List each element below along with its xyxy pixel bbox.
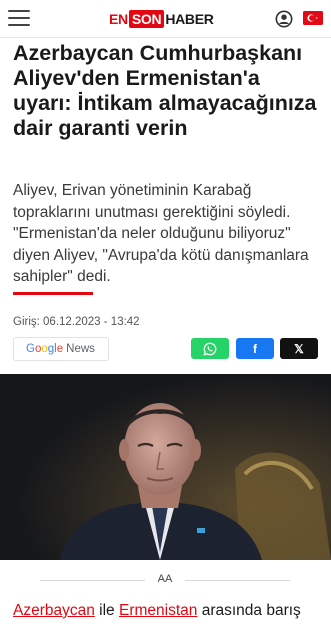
turkey-flag-icon[interactable] (303, 11, 323, 25)
user-account-icon[interactable] (275, 10, 293, 28)
site-logo[interactable]: EN SON HABER (109, 10, 214, 28)
whatsapp-icon (203, 342, 217, 356)
article-photo (0, 374, 331, 560)
publish-date: Giriş: 06.12.2023 - 13:42 (13, 316, 140, 328)
google-news-label: News (66, 343, 95, 355)
article-summary: Aliyev, Erivan yönetiminin Karabağ topra… (13, 182, 309, 285)
logo-en: EN (109, 11, 128, 27)
logo-haber: HABER (165, 11, 214, 27)
logo-son: SON (128, 10, 165, 28)
news-source-label: AA (157, 573, 173, 585)
summary-accent-underline (13, 292, 93, 295)
article-body-first-line: Azerbaycan ile Ermenistan arasında barış (13, 602, 301, 619)
share-facebook-button[interactable]: f (236, 338, 274, 359)
link-ermenistan[interactable]: Ermenistan (119, 602, 197, 619)
source-divider-left (40, 580, 145, 581)
source-divider-right (185, 580, 290, 581)
google-news-button[interactable]: Google News (13, 337, 109, 361)
hamburger-menu-icon[interactable] (8, 10, 30, 26)
article-headline: Azerbaycan Cumhurbaşkanı Aliyev'den Erme… (13, 41, 317, 140)
share-x-button[interactable]: 𝕏 (280, 338, 318, 359)
top-navigation-bar: EN SON HABER (0, 0, 331, 38)
share-whatsapp-button[interactable] (191, 338, 229, 359)
link-azerbaycan[interactable]: Azerbaycan (13, 602, 95, 619)
